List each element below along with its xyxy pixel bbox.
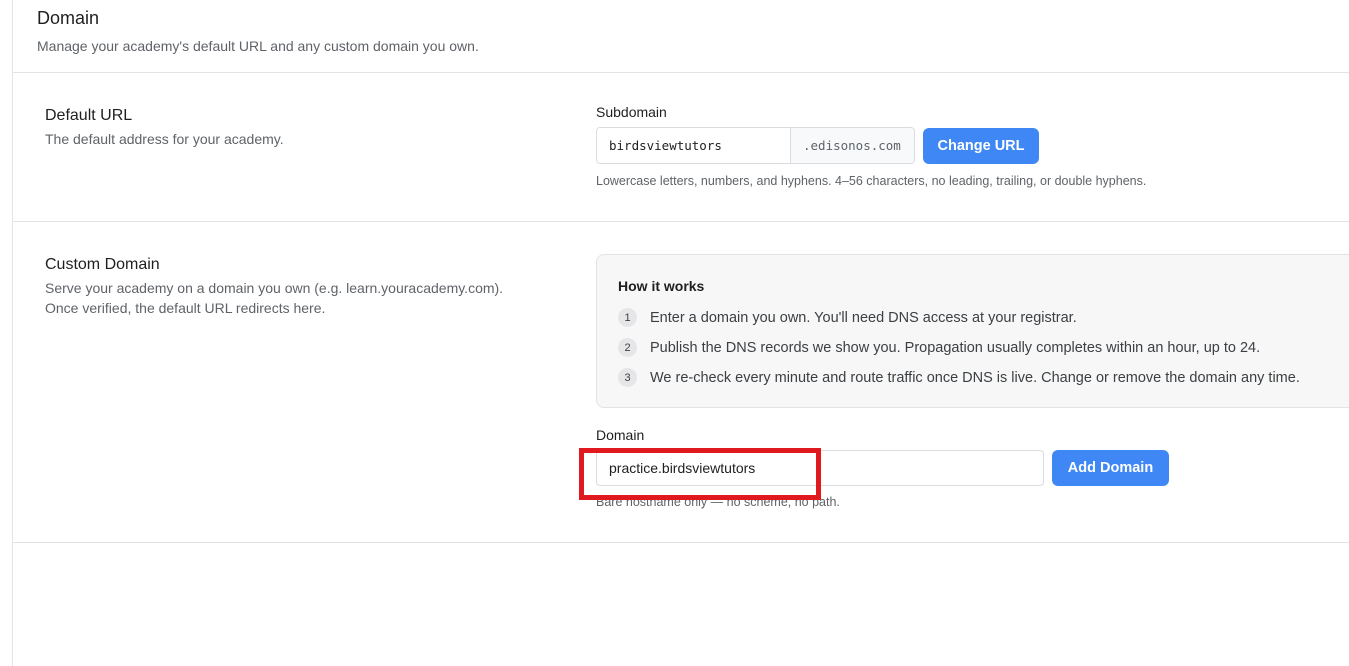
page-subtitle: Manage your academy's default URL and an… <box>37 38 479 54</box>
subdomain-input[interactable] <box>597 128 790 163</box>
default-url-title: Default URL <box>45 107 133 124</box>
step-text: Enter a domain you own. You'll need DNS … <box>650 309 1077 326</box>
subdomain-label: Subdomain <box>596 104 667 120</box>
page-title: Domain <box>37 8 100 28</box>
divider <box>13 72 1349 73</box>
divider <box>13 221 1349 222</box>
domain-settings-page: Domain Manage your academy's default URL… <box>12 0 1349 666</box>
subdomain-field: .edisonos.com <box>596 127 915 164</box>
default-url-description: The default address for your academy. <box>45 131 284 147</box>
how-it-works-title: How it works <box>618 278 705 294</box>
how-it-works-panel: How it works 1 Enter a domain you own. Y… <box>596 254 1349 408</box>
add-domain-button[interactable]: Add Domain <box>1052 450 1169 486</box>
subdomain-hint: Lowercase letters, numbers, and hyphens.… <box>596 174 1147 188</box>
subdomain-suffix: .edisonos.com <box>790 128 914 163</box>
step-number-badge: 3 <box>618 368 637 387</box>
divider <box>13 542 1349 543</box>
domain-input[interactable] <box>596 450 1044 486</box>
step-text: We re-check every minute and route traff… <box>650 369 1300 386</box>
how-it-works-step: 3 We re-check every minute and route tra… <box>618 368 1300 387</box>
how-it-works-step: 2 Publish the DNS records we show you. P… <box>618 338 1260 357</box>
step-number-badge: 2 <box>618 338 637 357</box>
step-text: Publish the DNS records we show you. Pro… <box>650 339 1261 356</box>
step-number-badge: 1 <box>618 308 637 327</box>
domain-hint: Bare hostname only — no scheme, no path. <box>596 495 840 509</box>
custom-domain-description-line1: Serve your academy on a domain you own (… <box>45 280 504 296</box>
custom-domain-title: Custom Domain <box>45 256 160 273</box>
how-it-works-step: 1 Enter a domain you own. You'll need DN… <box>618 308 1077 327</box>
change-url-button[interactable]: Change URL <box>923 128 1039 164</box>
custom-domain-description-line2: Once verified, the default URL redirects… <box>45 300 326 316</box>
domain-label: Domain <box>596 427 645 443</box>
